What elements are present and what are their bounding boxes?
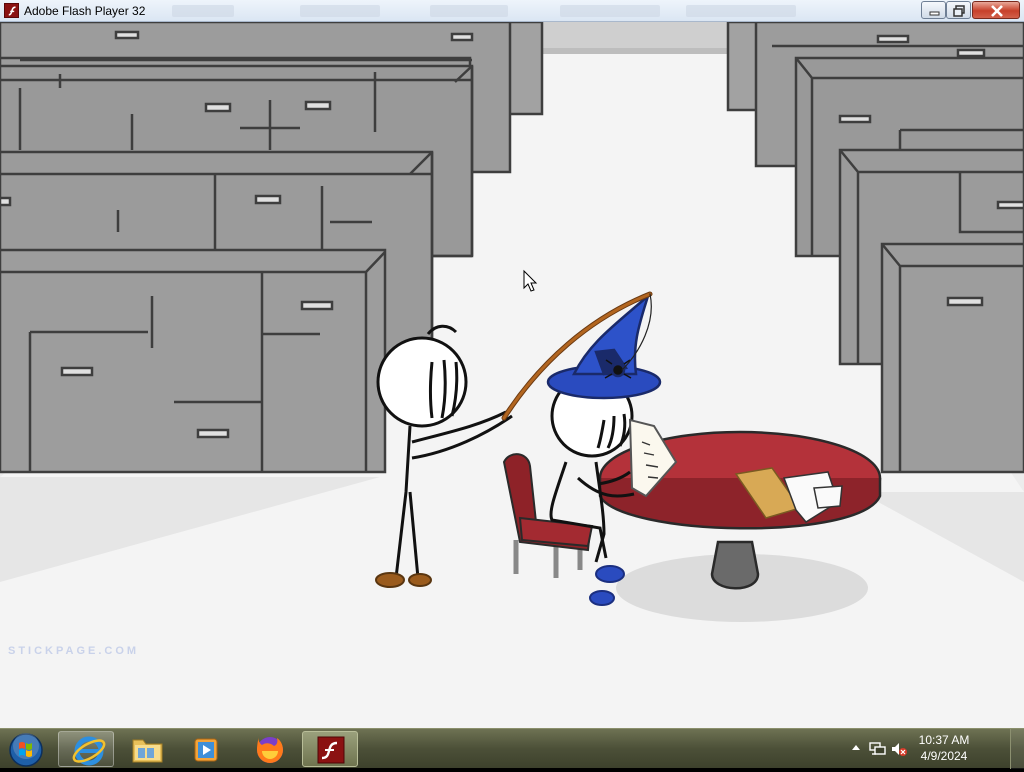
network-icon[interactable]	[868, 741, 886, 757]
start-button[interactable]	[6, 731, 46, 767]
flash-player-icon	[317, 736, 345, 764]
taskbar-internet-explorer[interactable]	[58, 731, 114, 767]
background-tab-ghost	[686, 5, 796, 17]
taskbar-clock[interactable]: 10:37 AM 4/9/2024	[910, 732, 978, 764]
restore-icon	[953, 5, 965, 17]
firefox-icon	[257, 737, 283, 763]
minimize-button[interactable]	[921, 1, 946, 19]
taskbar-firefox[interactable]	[242, 731, 298, 767]
game-scene	[0, 22, 1024, 728]
clock-date: 4/9/2024	[920, 749, 968, 763]
media-player-icon	[194, 738, 218, 762]
volume-muted-icon[interactable]	[890, 741, 908, 757]
background-tab-ghost	[300, 5, 380, 17]
stickpage-watermark: STICKPAGE.COM	[8, 645, 140, 657]
taskbar-file-explorer[interactable]	[120, 731, 176, 767]
restore-button[interactable]	[946, 1, 971, 19]
system-tray: 10:37 AM 4/9/2024	[848, 729, 996, 769]
close-icon	[991, 5, 1003, 17]
show-desktop-button[interactable]	[1010, 729, 1024, 769]
background-tab-ghost	[430, 5, 508, 17]
close-button[interactable]	[972, 1, 1020, 19]
title-bar[interactable]: Adobe Flash Player 32	[0, 0, 1024, 22]
background-tab-ghost	[560, 5, 660, 17]
clock-time: 10:37 AM	[918, 733, 970, 747]
taskbar: 10:37 AM 4/9/2024	[0, 728, 1024, 769]
windows-start-orb-icon	[9, 733, 43, 767]
minimize-icon	[929, 11, 940, 16]
flash-player-window: Adobe Flash Player 32 STICKPAGE.COM	[0, 0, 1024, 728]
game-stage[interactable]: STICKPAGE.COM	[0, 22, 1024, 728]
window-title: Adobe Flash Player 32	[24, 4, 146, 18]
show-hidden-icons-arrow-icon[interactable]	[850, 741, 862, 755]
taskbar-flash-player[interactable]	[302, 731, 358, 767]
flash-player-icon	[4, 3, 19, 18]
folder-icon	[132, 739, 163, 763]
internet-explorer-icon	[72, 736, 106, 766]
background-tab-ghost	[172, 5, 234, 17]
taskbar-media-player[interactable]	[178, 731, 234, 767]
